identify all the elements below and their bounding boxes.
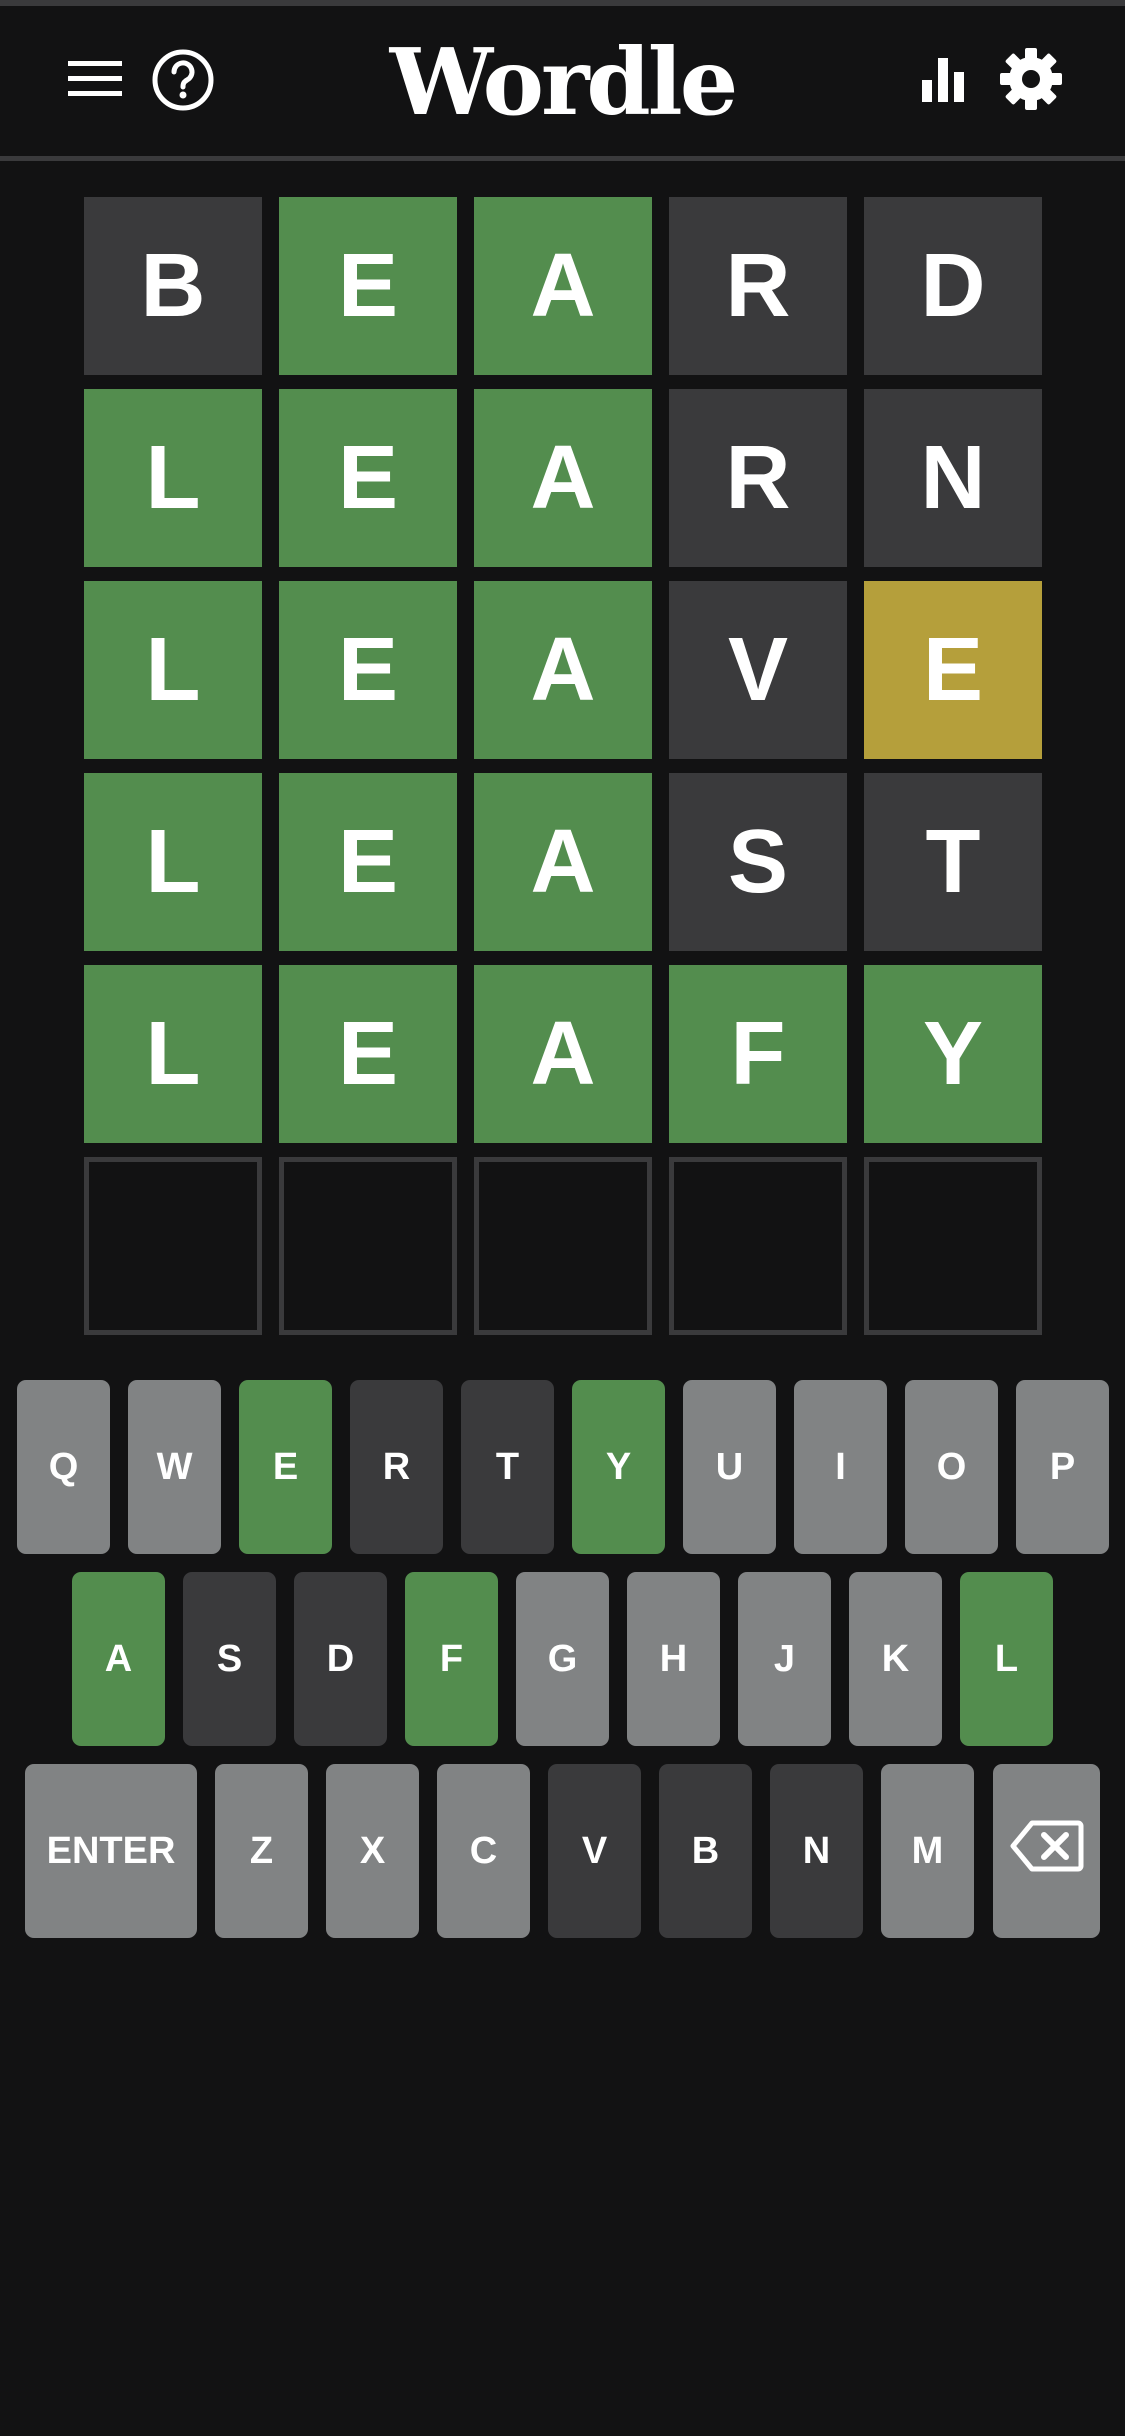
key-c[interactable]: C	[437, 1764, 530, 1938]
key-k[interactable]: K	[849, 1572, 942, 1746]
board-tile: A	[474, 581, 652, 759]
keyboard-row: ENTER Z X C V B N M	[0, 1764, 1125, 1938]
board-tile: E	[279, 389, 457, 567]
board-tile: N	[864, 389, 1042, 567]
board-tile: V	[669, 581, 847, 759]
board-tile	[84, 1157, 262, 1335]
backspace-icon	[1010, 1819, 1084, 1883]
board-tile: A	[474, 197, 652, 375]
board-tile: D	[864, 197, 1042, 375]
keyboard-row: QWERTYUIOP	[0, 1380, 1125, 1554]
board-tile: A	[474, 389, 652, 567]
board-tile: F	[669, 965, 847, 1143]
key-t[interactable]: T	[461, 1380, 554, 1554]
stats-icon[interactable]	[910, 46, 976, 112]
key-z[interactable]: Z	[215, 1764, 308, 1938]
board-tile: R	[669, 389, 847, 567]
key-u[interactable]: U	[683, 1380, 776, 1554]
board-tile: S	[669, 773, 847, 951]
board-tile: R	[669, 197, 847, 375]
board-tile: Y	[864, 965, 1042, 1143]
key-j[interactable]: J	[738, 1572, 831, 1746]
board-tile: E	[864, 581, 1042, 759]
key-g[interactable]: G	[516, 1572, 609, 1746]
key-d[interactable]: D	[294, 1572, 387, 1746]
board-tile: B	[84, 197, 262, 375]
backspace-key[interactable]	[993, 1764, 1100, 1938]
key-e[interactable]: E	[239, 1380, 332, 1554]
key-l[interactable]: L	[960, 1572, 1053, 1746]
key-o[interactable]: O	[905, 1380, 998, 1554]
board-tile: A	[474, 965, 652, 1143]
board-tile: L	[84, 773, 262, 951]
board-tile: E	[279, 581, 457, 759]
key-n[interactable]: N	[770, 1764, 863, 1938]
key-y[interactable]: Y	[572, 1380, 665, 1554]
key-q[interactable]: Q	[17, 1380, 110, 1554]
keyboard-row: ASDFGHJKL	[0, 1572, 1125, 1746]
board-tile: A	[474, 773, 652, 951]
board-tile: E	[279, 773, 457, 951]
enter-key[interactable]: ENTER	[25, 1764, 197, 1938]
board-tile: E	[279, 197, 457, 375]
key-m[interactable]: M	[881, 1764, 974, 1938]
key-w[interactable]: W	[128, 1380, 221, 1554]
key-f[interactable]: F	[405, 1572, 498, 1746]
game-board: BEARDLEARNLEAVELEASTLEAFY	[84, 197, 1042, 1335]
board-tile	[864, 1157, 1042, 1335]
key-b[interactable]: B	[659, 1764, 752, 1938]
board-tile	[474, 1157, 652, 1335]
key-v[interactable]: V	[548, 1764, 641, 1938]
board-tile: L	[84, 581, 262, 759]
board-tile	[669, 1157, 847, 1335]
settings-icon[interactable]	[994, 42, 1068, 116]
key-h[interactable]: H	[627, 1572, 720, 1746]
key-p[interactable]: P	[1016, 1380, 1109, 1554]
board-tile: T	[864, 773, 1042, 951]
key-i[interactable]: I	[794, 1380, 887, 1554]
header: Wordle	[0, 6, 1125, 158]
board-tile: L	[84, 389, 262, 567]
key-x[interactable]: X	[326, 1764, 419, 1938]
header-divider	[0, 156, 1125, 161]
key-s[interactable]: S	[183, 1572, 276, 1746]
key-a[interactable]: A	[72, 1572, 165, 1746]
board-tile: E	[279, 965, 457, 1143]
board-tile	[279, 1157, 457, 1335]
board-tile: L	[84, 965, 262, 1143]
key-r[interactable]: R	[350, 1380, 443, 1554]
